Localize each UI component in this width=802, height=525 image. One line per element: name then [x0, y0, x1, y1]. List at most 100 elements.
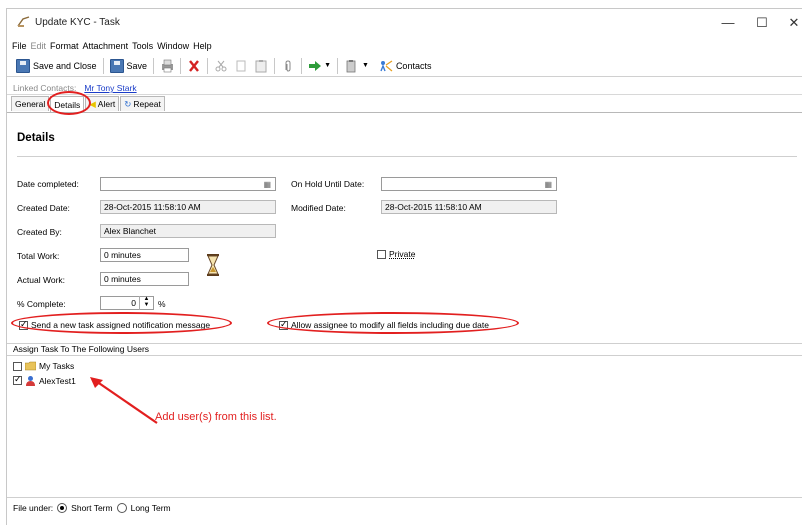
print-button[interactable]	[157, 56, 177, 76]
modified-date-label: Modified Date:	[291, 203, 346, 213]
hourglass-icon[interactable]	[206, 254, 220, 276]
printer-icon	[162, 59, 174, 72]
annotation-arrow	[90, 377, 158, 424]
tab-general[interactable]: General	[11, 96, 50, 111]
contacts-button[interactable]: Contacts	[376, 56, 435, 76]
tab-repeat[interactable]: ↻ Repeat	[120, 96, 165, 111]
percent-complete-stepper[interactable]: 0 ▲ ▼	[100, 296, 154, 310]
toolbar-separator	[274, 57, 276, 74]
paste-button[interactable]	[251, 56, 271, 76]
tab-general-label: General	[15, 99, 46, 109]
linked-contacts-bar: Linked Contacts: Mr Tony Stark	[7, 81, 802, 95]
toolbar: Save and Close Save ▼ ▼ Contacts	[7, 55, 802, 77]
chevron-down-icon: ▼	[324, 62, 331, 69]
forward-button[interactable]: ▼	[305, 56, 334, 76]
private-checkbox[interactable]: Private	[377, 249, 415, 259]
total-work-field[interactable]: 0 minutes	[100, 248, 189, 262]
list-item[interactable]: AlexTest1	[13, 374, 76, 386]
assign-header: Assign Task To The Following Users	[7, 343, 802, 354]
percent-complete-value: 0	[131, 298, 136, 308]
task-window: Update KYC - Task — ☐ ✕ File Edit Format…	[6, 8, 802, 525]
calendar-icon[interactable]: ▦	[544, 179, 552, 191]
green-arrow-icon	[309, 60, 322, 71]
created-date-field: 28-Oct-2015 11:58:10 AM	[100, 200, 276, 214]
allow-modify-highlight-circle	[267, 312, 519, 334]
copy-icon	[236, 60, 246, 71]
spinner-arrows-icon[interactable]: ▲ ▼	[139, 296, 153, 310]
toolbar-separator	[153, 57, 155, 74]
created-date-value: 28-Oct-2015 11:58:10 AM	[104, 202, 201, 212]
menu-window[interactable]: Window	[155, 39, 191, 53]
on-hold-label: On Hold Until Date:	[291, 179, 365, 189]
toolbar-separator	[337, 57, 338, 74]
user-name: My Tasks	[39, 361, 75, 371]
user-check[interactable]	[13, 361, 22, 371]
date-completed-field[interactable]: ▦	[100, 177, 276, 191]
save-button[interactable]: Save	[107, 56, 151, 76]
window-title: Update KYC - Task	[35, 17, 120, 28]
created-date-label: Created Date:	[17, 203, 70, 213]
delete-button[interactable]	[184, 56, 204, 76]
contacts-icon	[380, 60, 393, 71]
percent-unit: %	[158, 299, 166, 309]
modified-date-field: 28-Oct-2015 11:58:10 AM	[381, 200, 557, 214]
contacts-label: Contacts	[395, 60, 432, 71]
private-check	[377, 249, 386, 259]
chevron-down-icon: ▼	[362, 62, 369, 69]
file-under-group: File under: Short Term Long Term	[13, 503, 175, 513]
menu-file[interactable]: File	[7, 39, 29, 53]
created-by-label: Created By:	[17, 227, 62, 237]
paste-icon	[255, 59, 267, 72]
section-divider	[17, 156, 797, 157]
user-check[interactable]	[13, 374, 22, 385]
toolbar-separator	[207, 57, 209, 74]
toolbar-separator	[301, 57, 303, 74]
total-work-label: Total Work:	[17, 251, 60, 261]
actual-work-label: Actual Work:	[17, 275, 66, 285]
short-term-label: Short Term	[71, 503, 113, 513]
section-title: Details	[17, 132, 55, 144]
on-hold-field[interactable]: ▦	[381, 177, 557, 191]
menu-edit[interactable]: Edit	[29, 39, 49, 53]
save-label: Save	[126, 60, 148, 71]
actual-work-value: 0 minutes	[104, 274, 141, 284]
title-bar: Update KYC - Task — ☐ ✕	[7, 9, 802, 37]
toolbar-separator	[102, 57, 104, 74]
maximize-button[interactable]: ☐	[747, 13, 777, 33]
modified-date-value: 28-Oct-2015 11:58:10 AM	[385, 202, 482, 212]
task-app-icon	[17, 16, 30, 27]
copy-button[interactable]	[231, 56, 251, 76]
save-and-close-button[interactable]: Save and Close	[13, 56, 100, 76]
linked-contact-link[interactable]: Mr Tony Stark	[84, 83, 136, 93]
user-name: AlexTest1	[39, 375, 76, 386]
calendar-icon[interactable]: ▦	[263, 179, 271, 191]
long-term-radio[interactable]	[116, 503, 127, 513]
private-label: Private	[389, 249, 416, 259]
file-under-label: File under:	[13, 503, 54, 513]
list-item[interactable]: My Tasks	[13, 361, 74, 371]
menu-tools[interactable]: Tools	[130, 39, 155, 53]
menu-help[interactable]: Help	[191, 39, 214, 53]
actual-work-field[interactable]: 0 minutes	[100, 272, 189, 286]
created-by-value: Alex Blanchet	[104, 226, 156, 236]
save-and-close-label: Save and Close	[33, 60, 97, 71]
close-button[interactable]: ✕	[779, 13, 802, 33]
annotation-text: Add user(s) from this list.	[155, 411, 277, 423]
floppy-disk-icon	[109, 58, 124, 73]
menu-attachment[interactable]: Attachment	[81, 39, 131, 53]
long-term-label: Long Term	[130, 503, 171, 513]
menu-format[interactable]: Format	[48, 39, 81, 53]
clipboard-button[interactable]: ▼	[341, 56, 372, 76]
delete-icon	[189, 59, 199, 72]
minimize-button[interactable]: —	[713, 13, 743, 33]
cut-button[interactable]	[211, 56, 231, 76]
folder-icon	[25, 361, 36, 371]
short-term-radio[interactable]	[57, 503, 68, 513]
menu-bar: File Edit Format Attachment Tools Window…	[7, 39, 214, 53]
scissors-icon	[215, 60, 227, 71]
percent-complete-label: % Complete:	[17, 299, 66, 309]
clipboard-icon	[346, 59, 356, 72]
floppy-disk-icon	[16, 58, 30, 73]
paperclip-icon	[285, 59, 291, 72]
attach-button[interactable]	[278, 56, 298, 76]
